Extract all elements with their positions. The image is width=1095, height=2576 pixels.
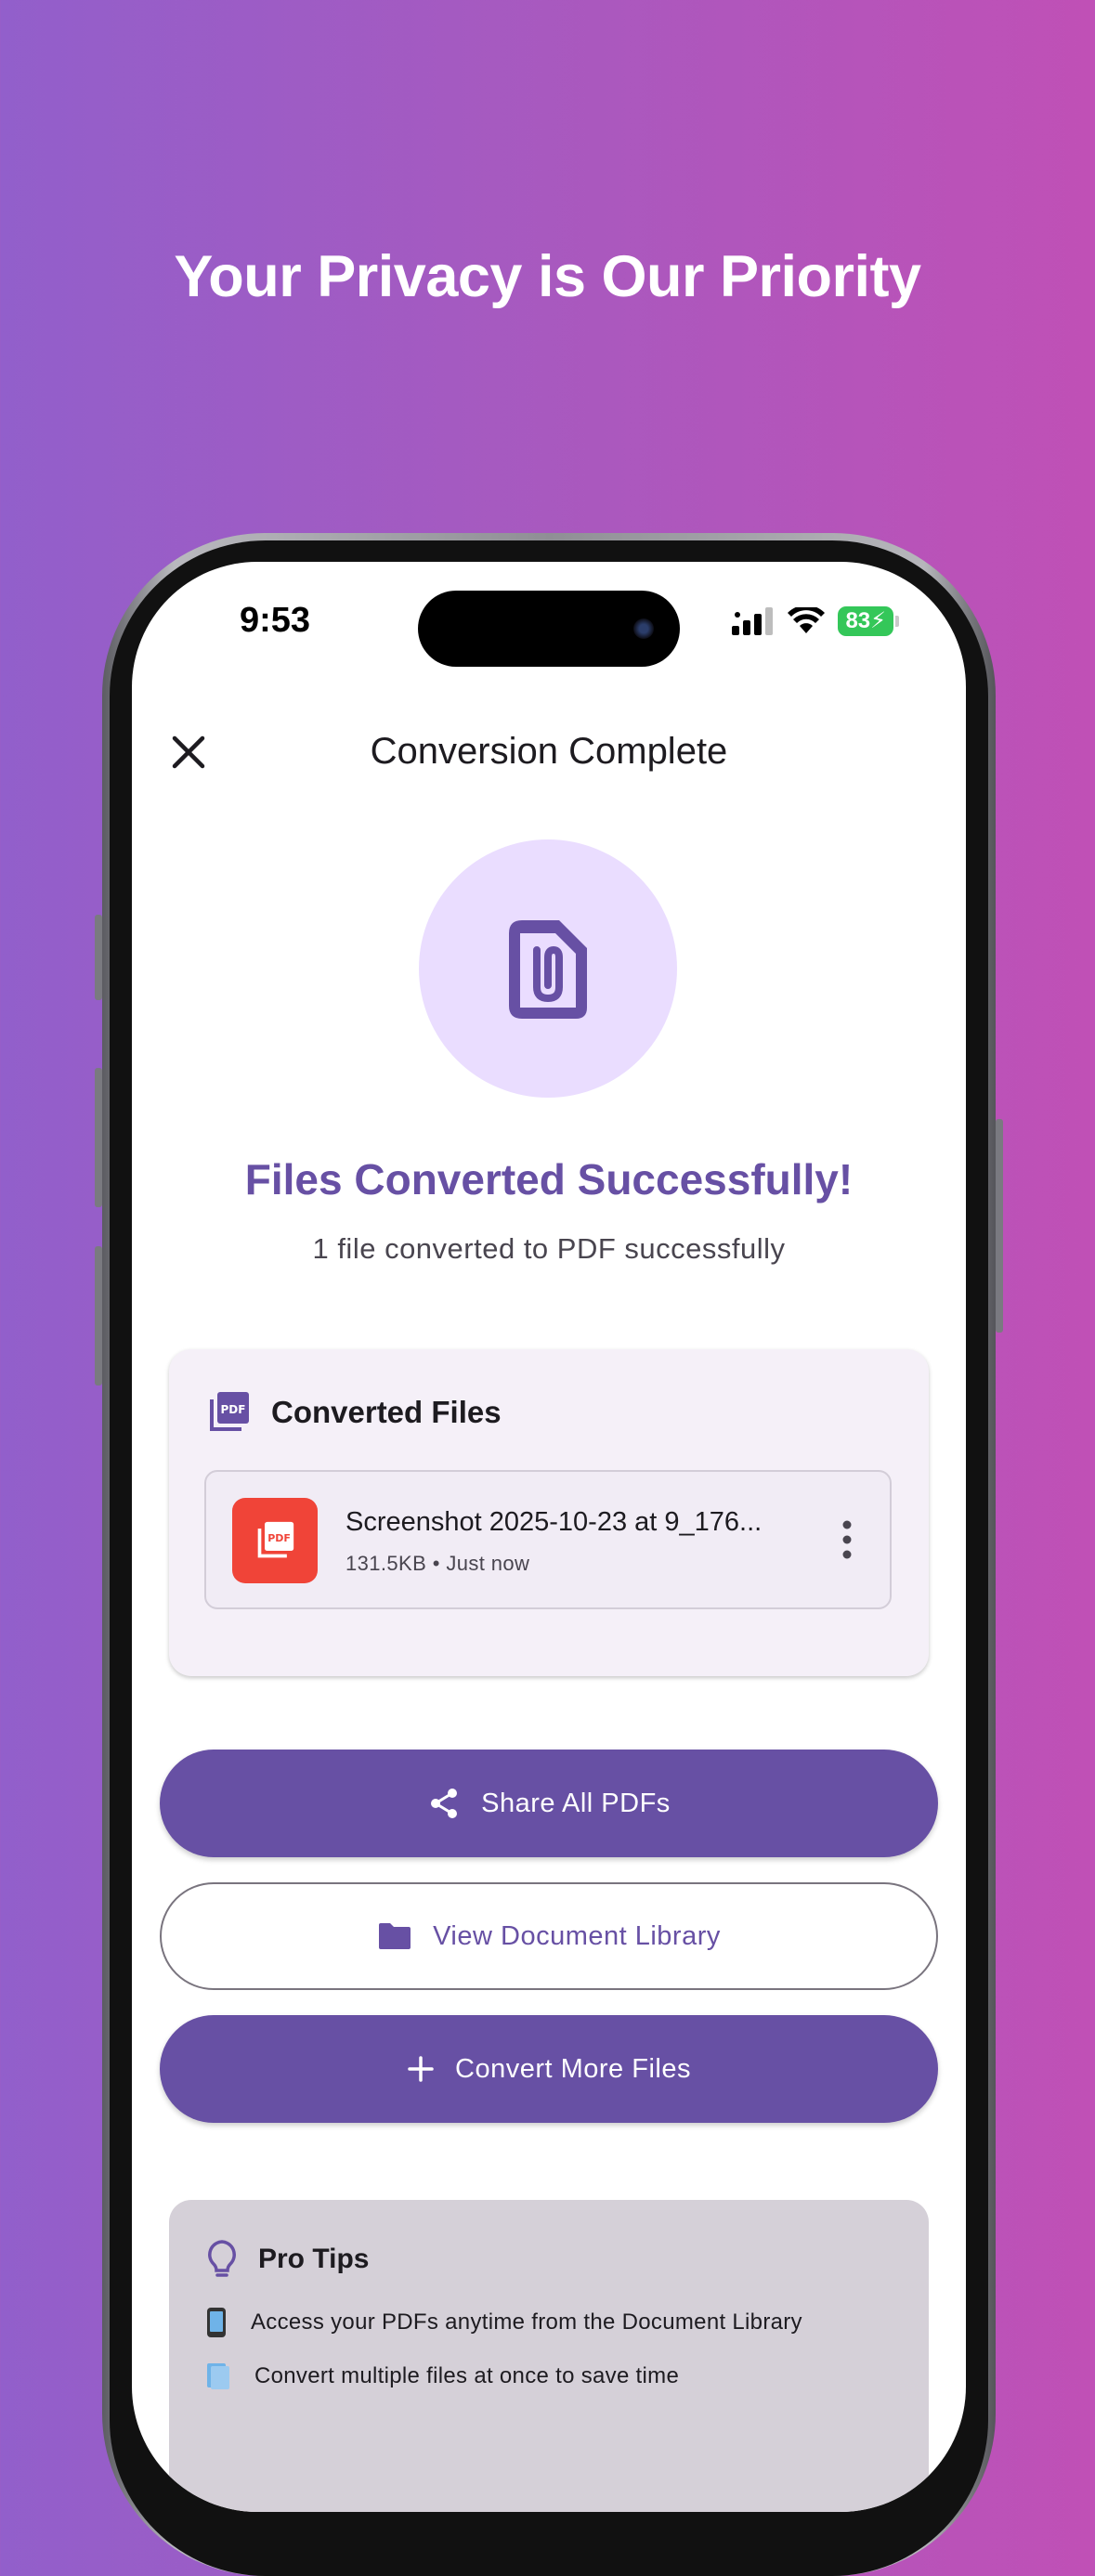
files-emoji <box>207 2363 229 2389</box>
pdf-stack-icon: PDF <box>210 1392 249 1431</box>
share-all-pdfs-button[interactable]: Share All PDFs <box>160 1750 938 1857</box>
file-attachment-icon <box>509 920 587 1019</box>
charging-bolt-icon: ⚡ <box>870 608 886 633</box>
app-bar: Conversion Complete <box>132 710 966 794</box>
converted-files-card: PDF Converted Files PDF Screenshot 2025-… <box>169 1349 929 1676</box>
pro-tips-title: Pro Tips <box>258 2244 370 2274</box>
battery-nub <box>895 616 899 627</box>
pdf-file-thumbnail: PDF <box>232 1498 318 1583</box>
converted-files-title: Converted Files <box>271 1395 502 1429</box>
dynamic-island <box>418 591 680 667</box>
plus-icon <box>408 2056 434 2082</box>
wifi-icon <box>788 607 826 633</box>
convert-more-files-label: Convert More Files <box>455 2053 691 2084</box>
file-list-item[interactable]: PDF Screenshot 2025-10-23 at 9_176... 13… <box>204 1470 892 1609</box>
success-icon-circle <box>419 839 677 1098</box>
success-subtitle: 1 file converted to PDF successfully <box>312 1232 786 1265</box>
tip-item: Access your PDFs anytime from the Docume… <box>206 2307 802 2338</box>
status-time: 9:53 <box>240 601 311 640</box>
page-title: Conversion Complete <box>370 731 728 772</box>
tip-item: Convert multiple files at once to save t… <box>206 2362 679 2390</box>
success-title: Files Converted Successfully! <box>244 1155 854 1203</box>
battery-indicator: 83⚡ <box>838 606 893 636</box>
svg-text:PDF: PDF <box>267 1532 291 1544</box>
tip-text: Access your PDFs anytime from the Docume… <box>251 2309 802 2335</box>
lightbulb-icon <box>208 2240 236 2277</box>
more-options-icon[interactable] <box>838 1518 856 1561</box>
pdf-icon: PDF <box>257 1521 294 1558</box>
volume-up-button <box>95 1068 102 1207</box>
phone-emoji <box>207 2308 226 2337</box>
share-all-pdfs-label: Share All PDFs <box>481 1788 671 1818</box>
share-icon <box>431 1789 458 1818</box>
cellular-signal-icon <box>732 607 774 635</box>
view-document-library-label: View Document Library <box>433 1920 721 1951</box>
file-meta: 131.5KB • Just now <box>345 1552 530 1575</box>
pro-tips-header: Pro Tips <box>206 2239 369 2280</box>
camera-icon <box>633 618 654 639</box>
volume-down-button <box>95 1246 102 1386</box>
status-icons: 83⚡ <box>732 606 899 636</box>
file-name: Screenshot 2025-10-23 at 9_176... <box>345 1507 763 1537</box>
marketing-headline: Your Privacy is Our Priority <box>174 244 921 309</box>
action-button <box>95 915 102 1000</box>
svg-text:PDF: PDF <box>221 1403 246 1416</box>
view-document-library-button[interactable]: View Document Library <box>160 1882 938 1990</box>
pro-tips-card: Pro Tips Access your PDFs anytime from t… <box>169 2200 929 2512</box>
phone-screen: 9:53 83⚡ Conversion Complete Files Conve… <box>132 562 966 2512</box>
tip-text: Convert multiple files at once to save t… <box>254 2363 680 2388</box>
power-button <box>996 1119 1003 1333</box>
convert-more-files-button[interactable]: Convert More Files <box>160 2015 938 2123</box>
folder-icon <box>379 1923 411 1949</box>
battery-level: 83 <box>845 608 871 633</box>
converted-files-header: PDF Converted Files <box>206 1390 502 1435</box>
